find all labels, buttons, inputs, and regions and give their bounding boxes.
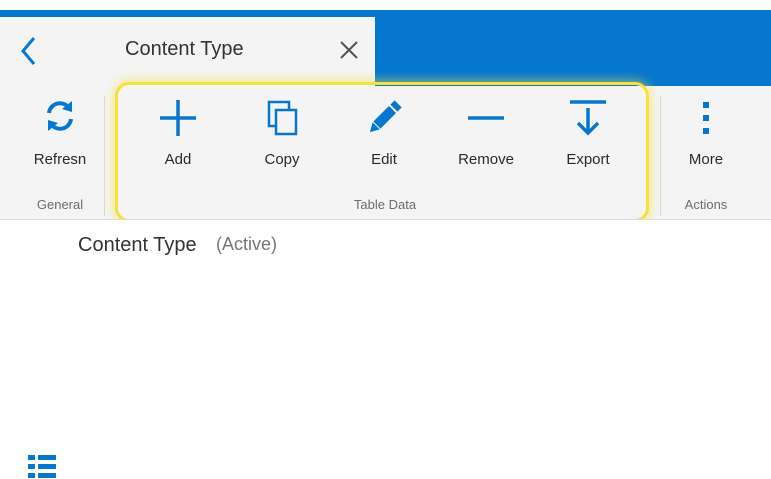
back-chevron-icon[interactable] bbox=[18, 34, 42, 68]
top-strip bbox=[0, 0, 771, 10]
export-label: Export bbox=[566, 151, 610, 168]
copy-button[interactable]: Copy bbox=[244, 96, 320, 180]
minus-icon bbox=[468, 116, 504, 120]
more-label: More bbox=[688, 151, 724, 168]
ribbon-separator bbox=[104, 96, 105, 216]
remove-label: Remove bbox=[458, 151, 514, 168]
remove-button[interactable]: Remove bbox=[448, 96, 524, 180]
record-title: Content Type bbox=[78, 234, 197, 256]
pencil-icon bbox=[369, 100, 402, 133]
group-label-table-data: Table Data bbox=[353, 197, 417, 212]
edit-label: Edit bbox=[371, 151, 397, 168]
edit-button[interactable]: Edit bbox=[346, 96, 422, 180]
list-view-icon[interactable] bbox=[28, 455, 56, 479]
refresh-label: Refresn bbox=[33, 151, 87, 168]
vertical-ellipsis-icon bbox=[703, 102, 709, 134]
export-icon bbox=[570, 100, 606, 136]
ribbon-separator bbox=[660, 96, 661, 216]
refresh-icon bbox=[47, 101, 73, 131]
group-label-general: General bbox=[36, 197, 84, 212]
record-status: (Active) bbox=[216, 234, 278, 254]
tab-title: Content Type bbox=[125, 38, 244, 60]
plus-icon bbox=[160, 100, 196, 136]
copy-icon bbox=[267, 100, 298, 136]
refresh-button[interactable]: Refresn bbox=[22, 96, 98, 180]
group-label-actions: Actions bbox=[684, 197, 728, 212]
close-icon[interactable] bbox=[335, 36, 363, 64]
more-button[interactable]: More bbox=[668, 96, 744, 180]
export-button[interactable]: Export bbox=[550, 96, 626, 180]
copy-label: Copy bbox=[264, 151, 300, 168]
add-button[interactable]: Add bbox=[140, 96, 216, 180]
add-label: Add bbox=[164, 151, 192, 168]
